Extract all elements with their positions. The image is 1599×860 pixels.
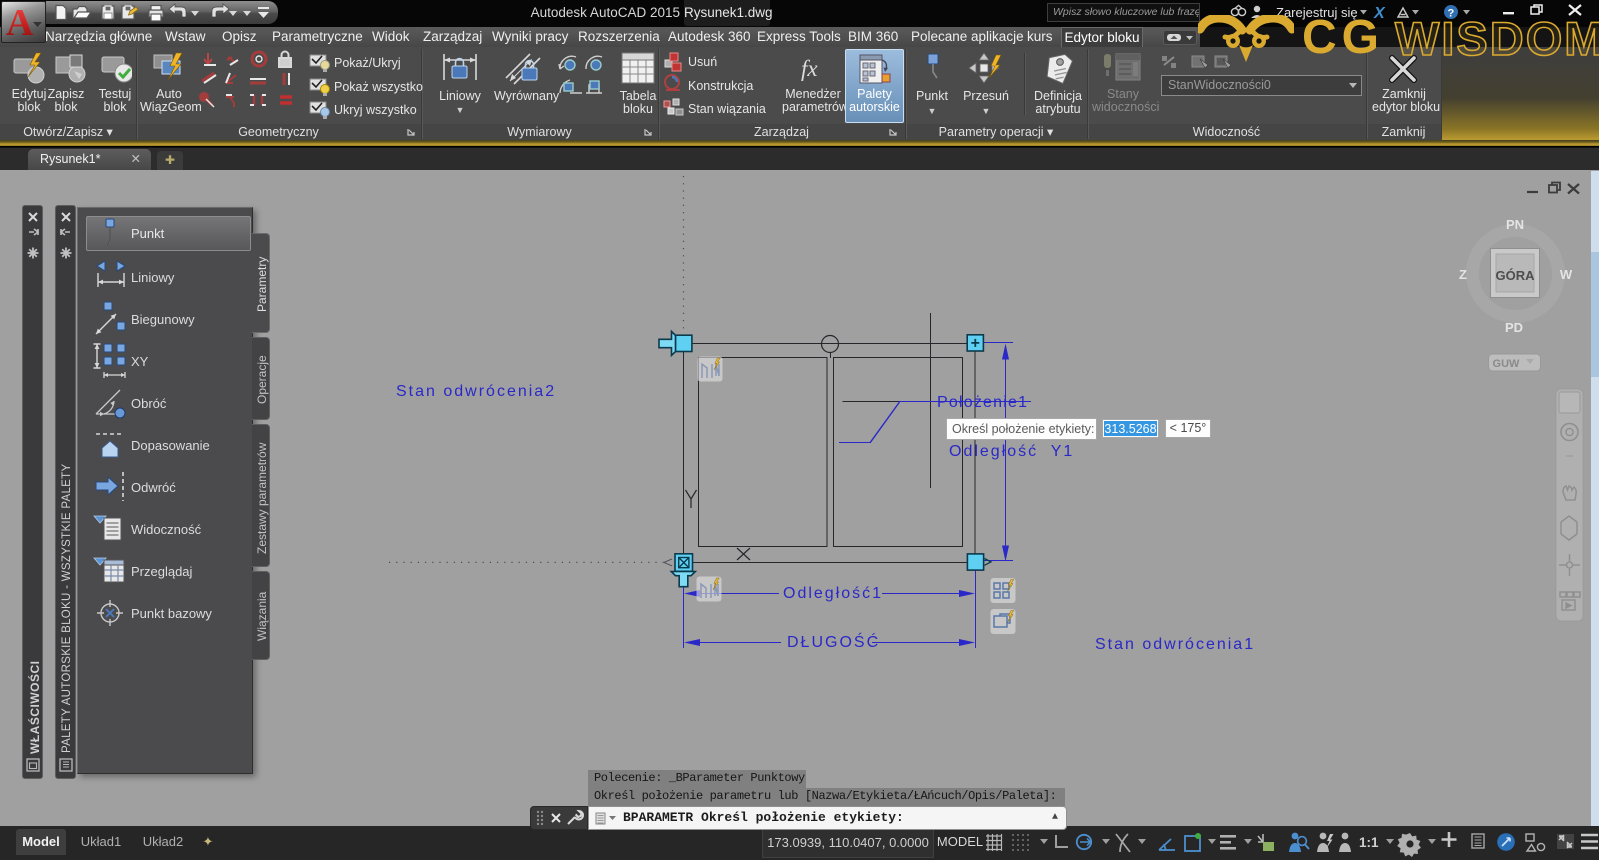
svg-text:W: W bbox=[1560, 267, 1573, 282]
svg-text:GÓRA: GÓRA bbox=[1496, 268, 1536, 283]
svg-text:GUW: GUW bbox=[1493, 358, 1521, 370]
svg-text:PD: PD bbox=[1505, 320, 1523, 335]
svg-text:Z: Z bbox=[1459, 267, 1467, 282]
svg-text:PN: PN bbox=[1506, 217, 1524, 232]
